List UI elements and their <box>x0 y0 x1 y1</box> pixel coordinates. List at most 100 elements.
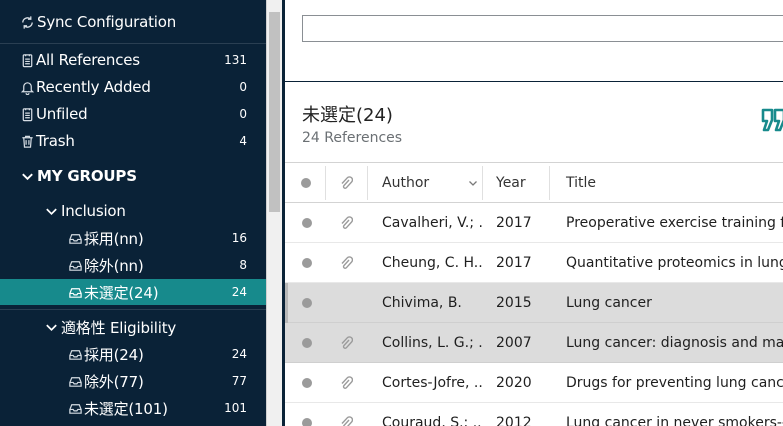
author-cell: Collins, L. G.; ... <box>382 335 482 351</box>
author-header-label: Author <box>382 175 430 191</box>
trash-icon <box>18 132 36 150</box>
document-icon <box>18 105 36 123</box>
sidebar-scrollbar-thumb[interactable] <box>269 12 280 212</box>
attachment-cell[interactable] <box>339 363 353 403</box>
chevron-down-icon <box>42 202 60 220</box>
row-selection-marker <box>285 283 288 323</box>
my-groups-label: MY GROUPS <box>37 167 137 185</box>
paperclip-icon <box>341 256 353 269</box>
status-dot-icon <box>302 218 312 228</box>
status-column-header[interactable] <box>301 163 311 203</box>
title-cell: Preoperative exercise training for <box>566 215 783 231</box>
sort-chevron-down-icon <box>469 181 477 186</box>
group-item-label: 採用(nn) <box>84 229 144 248</box>
group-item[interactable]: 除外(77) 77 <box>0 368 266 394</box>
title-column-header[interactable]: Title <box>566 163 596 203</box>
year-cell: 2020 <box>496 375 532 391</box>
sidebar-divider <box>0 309 266 310</box>
attachment-cell[interactable] <box>339 323 353 363</box>
group-item-count: 16 <box>231 231 247 245</box>
column-separator[interactable] <box>367 166 368 200</box>
status-dot-icon <box>302 418 312 426</box>
quote-icon[interactable] <box>761 108 783 138</box>
my-groups-header[interactable]: MY GROUPS <box>0 163 266 189</box>
sidebar-item-count: 0 <box>239 107 247 121</box>
status-dot-icon <box>302 378 312 388</box>
group-item[interactable]: 除外(nn) 8 <box>0 252 266 278</box>
table-row[interactable]: Couraud, S.; ... 2012 Lung cancer in nev… <box>285 403 783 426</box>
author-cell: Cortes-Jofre, ... <box>382 375 482 391</box>
column-separator[interactable] <box>325 166 326 200</box>
sidebar-scrollbar[interactable] <box>266 0 282 426</box>
table-row[interactable]: Cheung, C. H.... 2017 Quantitative prote… <box>285 243 783 283</box>
search-input[interactable] <box>302 15 783 42</box>
folder-tray-icon <box>66 229 84 247</box>
group-item-count: 24 <box>231 285 247 299</box>
table-row[interactable]: Cortes-Jofre, ... 2020 Drugs for prevent… <box>285 363 783 403</box>
paperclip-icon <box>341 336 353 349</box>
group-item[interactable]: 採用(24) 24 <box>0 341 266 367</box>
group-set-eligibility[interactable]: 適格性 Eligibility <box>0 314 266 340</box>
attachment-cell[interactable] <box>339 203 353 243</box>
year-cell: 2017 <box>496 215 532 231</box>
status-cell <box>302 403 312 426</box>
attachment-column-header[interactable] <box>339 163 353 203</box>
folder-tray-icon <box>66 283 84 301</box>
reference-count: 24 References <box>302 130 403 146</box>
column-separator[interactable] <box>482 166 483 200</box>
group-item-count: 101 <box>224 401 247 415</box>
sidebar: Sync Configuration All References 131 Re… <box>0 0 266 426</box>
sidebar-item-all-references[interactable]: All References 131 <box>0 47 266 73</box>
group-set-label: Inclusion <box>61 202 126 220</box>
paperclip-icon <box>341 216 353 229</box>
sync-configuration-button[interactable]: Sync Configuration <box>0 9 266 35</box>
column-separator[interactable] <box>549 166 550 200</box>
group-item-count: 8 <box>239 258 247 272</box>
sidebar-item-trash[interactable]: Trash 4 <box>0 128 266 154</box>
group-item-label: 採用(24) <box>84 345 144 364</box>
author-cell: Couraud, S.; ... <box>382 415 482 426</box>
header-divider <box>285 81 783 82</box>
status-dot-icon <box>302 298 312 308</box>
sidebar-item-count: 131 <box>224 53 247 67</box>
document-icon <box>18 51 36 69</box>
author-cell: Chivima, B. <box>382 295 462 311</box>
sidebar-item-label: Trash <box>36 132 75 150</box>
group-item[interactable]: 未選定(101) 101 <box>0 395 266 421</box>
table-row-selected[interactable]: Chivima, B. 2015 Lung cancer <box>285 283 783 323</box>
sidebar-item-label: Recently Added <box>36 78 151 96</box>
status-cell <box>302 203 312 243</box>
group-item-label: 除外(nn) <box>84 256 144 275</box>
sidebar-item-recently-added[interactable]: Recently Added 0 <box>0 74 266 100</box>
group-item[interactable]: 採用(nn) 16 <box>0 225 266 251</box>
status-cell <box>302 243 312 283</box>
author-cell: Cheung, C. H.... <box>382 255 482 271</box>
group-set-inclusion[interactable]: Inclusion <box>0 198 266 224</box>
folder-tray-icon <box>66 256 84 274</box>
folder-tray-icon <box>66 399 84 417</box>
sidebar-item-label: Unfiled <box>36 105 88 123</box>
title-cell: Drugs for preventing lung cancer <box>566 375 783 391</box>
group-item-active[interactable]: 未選定(24) 24 <box>0 279 266 305</box>
sidebar-divider <box>0 43 266 44</box>
title-cell: Lung cancer in never smokers--a <box>566 415 783 426</box>
sync-configuration-label: Sync Configuration <box>37 13 177 31</box>
sidebar-item-unfiled[interactable]: Unfiled 0 <box>0 101 266 127</box>
author-cell: Cavalheri, V.; ... <box>382 215 482 231</box>
table-row-selected[interactable]: Collins, L. G.; ... 2007 Lung cancer: di… <box>285 323 783 363</box>
sidebar-item-label: All References <box>36 51 140 69</box>
paperclip-icon <box>341 416 353 426</box>
attachment-cell[interactable] <box>339 243 353 283</box>
attachment-cell[interactable] <box>339 403 353 426</box>
paperclip-icon <box>341 176 353 189</box>
group-item-count: 24 <box>231 347 247 361</box>
year-column-header[interactable]: Year <box>496 163 526 203</box>
author-column-header[interactable]: Author <box>382 163 480 203</box>
title-cell: Lung cancer: diagnosis and mana <box>566 335 783 351</box>
chevron-down-icon <box>18 167 36 185</box>
title-cell: Lung cancer <box>566 295 652 311</box>
group-item-count: 77 <box>231 374 247 388</box>
year-cell: 2007 <box>496 335 532 351</box>
table-row[interactable]: Cavalheri, V.; ... 2017 Preoperative exe… <box>285 203 783 243</box>
table-header: Author Year Title <box>285 162 783 203</box>
